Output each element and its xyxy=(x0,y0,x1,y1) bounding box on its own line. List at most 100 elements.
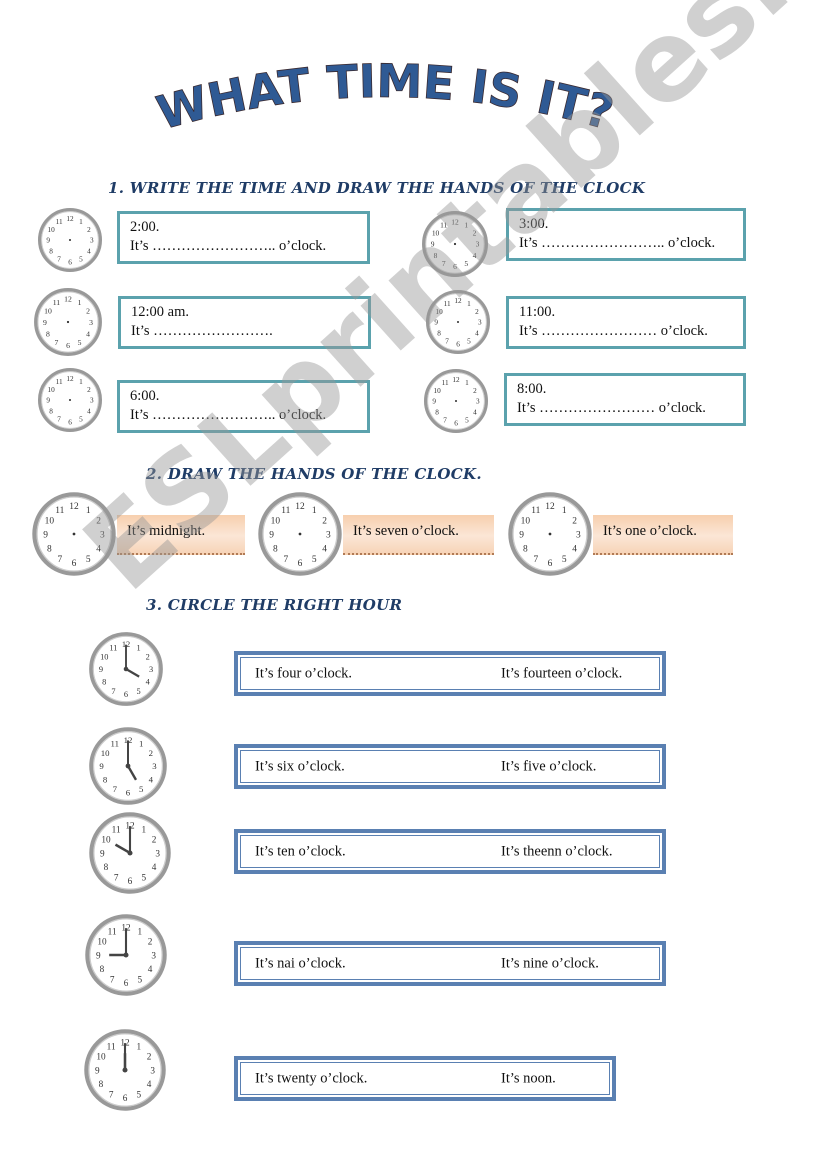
svg-text:2: 2 xyxy=(473,229,477,238)
given-time: 11:00. xyxy=(519,304,556,320)
svg-text:10: 10 xyxy=(96,1052,106,1062)
svg-text:WHAT TIME IS IT?: WHAT TIME IS IT? xyxy=(151,62,619,140)
answer-line: It’s …………………… o’clock. xyxy=(519,323,708,339)
svg-text:7: 7 xyxy=(57,256,61,264)
choice-option[interactable]: It’s nai o’clock. xyxy=(255,955,346,972)
svg-text:10: 10 xyxy=(100,653,108,662)
svg-text:11: 11 xyxy=(440,220,447,229)
answer-line: It’s ……………………. xyxy=(131,323,273,339)
choice-option[interactable]: It’s six o’clock. xyxy=(255,758,345,775)
choice-option[interactable]: It’s nine o’clock. xyxy=(501,955,599,972)
svg-text:8: 8 xyxy=(103,774,108,784)
svg-text:8: 8 xyxy=(46,329,50,338)
svg-text:3: 3 xyxy=(155,848,160,858)
svg-text:11: 11 xyxy=(55,506,64,516)
svg-text:10: 10 xyxy=(45,516,55,526)
svg-text:10: 10 xyxy=(44,306,52,315)
svg-text:11: 11 xyxy=(109,643,117,652)
svg-text:6: 6 xyxy=(124,978,129,988)
choice-option[interactable]: It’s noon. xyxy=(501,1070,556,1087)
given-time: 6:00. xyxy=(130,388,160,404)
svg-text:7: 7 xyxy=(445,338,449,346)
section1-heading: 1. WRITE THE TIME AND DRAW THE HANDS OF … xyxy=(108,179,646,197)
svg-text:4: 4 xyxy=(87,248,91,256)
svg-text:4: 4 xyxy=(475,330,479,338)
choice-box: It’s ten o’clock. It’s theenn o’clock. xyxy=(234,829,666,874)
svg-text:8: 8 xyxy=(102,678,106,687)
clock-face: 1 2 3 4 5 6 7 8 9 10 11 12 xyxy=(37,367,103,433)
answer-box[interactable]: 2:00. It’s …………………….. o’clock. xyxy=(117,211,370,264)
svg-text:1: 1 xyxy=(86,506,91,516)
section3-heading: 3. CIRCLE THE RIGHT HOUR xyxy=(146,596,403,614)
svg-text:6: 6 xyxy=(548,559,553,569)
svg-text:5: 5 xyxy=(465,417,469,425)
svg-text:11: 11 xyxy=(442,379,449,387)
svg-text:8: 8 xyxy=(435,409,439,417)
svg-text:9: 9 xyxy=(431,240,435,249)
svg-text:7: 7 xyxy=(443,417,447,425)
svg-text:10: 10 xyxy=(97,937,107,947)
choice-box: It’s four o’clock. It’s fourteen o’clock… xyxy=(234,651,666,696)
choice-option[interactable]: It’s fourteen o’clock. xyxy=(501,665,622,682)
svg-text:7: 7 xyxy=(114,872,119,882)
svg-text:2: 2 xyxy=(148,937,153,947)
svg-text:2: 2 xyxy=(473,387,477,395)
given-time: 3:00. xyxy=(519,216,549,232)
svg-text:5: 5 xyxy=(467,338,471,346)
svg-text:10: 10 xyxy=(433,387,441,395)
choice-box: It’s nai o’clock. It’s nine o’clock. xyxy=(234,941,666,986)
svg-text:3: 3 xyxy=(150,1065,155,1075)
svg-text:7: 7 xyxy=(109,1089,114,1099)
answer-box[interactable]: 6:00. It’s …………………….. o’clock. xyxy=(117,380,370,433)
answer-box[interactable]: 3:00. It’s …………………….. o’clock. xyxy=(506,208,746,261)
svg-text:4: 4 xyxy=(473,251,477,260)
svg-text:2: 2 xyxy=(87,386,91,394)
clock-face: 1 2 3 4 5 6 7 8 9 10 11 12 xyxy=(33,287,103,357)
choice-option[interactable]: It’s four o’clock. xyxy=(255,665,352,682)
svg-text:10: 10 xyxy=(435,308,443,316)
svg-text:10: 10 xyxy=(271,516,281,526)
svg-text:6: 6 xyxy=(453,262,457,271)
svg-text:12: 12 xyxy=(545,502,555,512)
svg-text:2: 2 xyxy=(87,226,91,234)
svg-text:2: 2 xyxy=(475,308,479,316)
choice-option[interactable]: It’s twenty o’clock. xyxy=(255,1070,367,1087)
worksheet-title: WHAT TIME IS IT? xyxy=(145,53,625,142)
svg-text:3: 3 xyxy=(326,530,331,540)
sentence-text: It’s seven o’clock. xyxy=(353,523,459,539)
svg-text:11: 11 xyxy=(444,300,451,308)
choice-option[interactable]: It’s five o’clock. xyxy=(501,758,596,775)
svg-text:5: 5 xyxy=(79,256,83,264)
svg-text:1: 1 xyxy=(562,506,567,516)
svg-text:12: 12 xyxy=(295,502,305,512)
clock-face: 1 2 3 4 5 6 7 8 9 10 11 12 xyxy=(421,210,489,278)
svg-text:1: 1 xyxy=(136,643,140,652)
svg-text:7: 7 xyxy=(111,687,115,696)
svg-text:6: 6 xyxy=(128,876,133,886)
svg-text:9: 9 xyxy=(434,319,438,327)
svg-text:2: 2 xyxy=(86,306,90,315)
svg-text:5: 5 xyxy=(137,1089,142,1099)
svg-text:9: 9 xyxy=(96,950,101,960)
svg-text:3: 3 xyxy=(90,237,94,245)
svg-text:1: 1 xyxy=(139,738,143,748)
svg-text:3: 3 xyxy=(476,240,480,249)
svg-text:1: 1 xyxy=(78,298,82,307)
answer-box[interactable]: 12:00 am. It’s ……………………. xyxy=(118,296,371,349)
svg-text:1: 1 xyxy=(312,506,317,516)
svg-text:11: 11 xyxy=(531,506,540,516)
svg-text:7: 7 xyxy=(533,555,538,565)
svg-text:4: 4 xyxy=(86,329,90,338)
choice-option[interactable]: It’s ten o’clock. xyxy=(255,843,346,860)
choice-option[interactable]: It’s theenn o’clock. xyxy=(501,843,613,860)
svg-text:2: 2 xyxy=(149,748,153,758)
svg-text:1: 1 xyxy=(142,824,147,834)
section2-heading: 2. DRAW THE HANDS OF THE CLOCK. xyxy=(146,465,482,483)
answer-box[interactable]: 11:00. It’s …………………… o’clock. xyxy=(506,296,746,349)
svg-text:6: 6 xyxy=(68,258,72,266)
answer-box[interactable]: 8:00. It’s …………………… o’clock. xyxy=(504,373,746,426)
svg-text:9: 9 xyxy=(432,398,436,406)
clock-face-ten: 1 2 3 4 5 6 7 8 9 10 11 12 xyxy=(88,811,172,895)
svg-text:1: 1 xyxy=(467,300,471,308)
svg-text:7: 7 xyxy=(57,416,61,424)
